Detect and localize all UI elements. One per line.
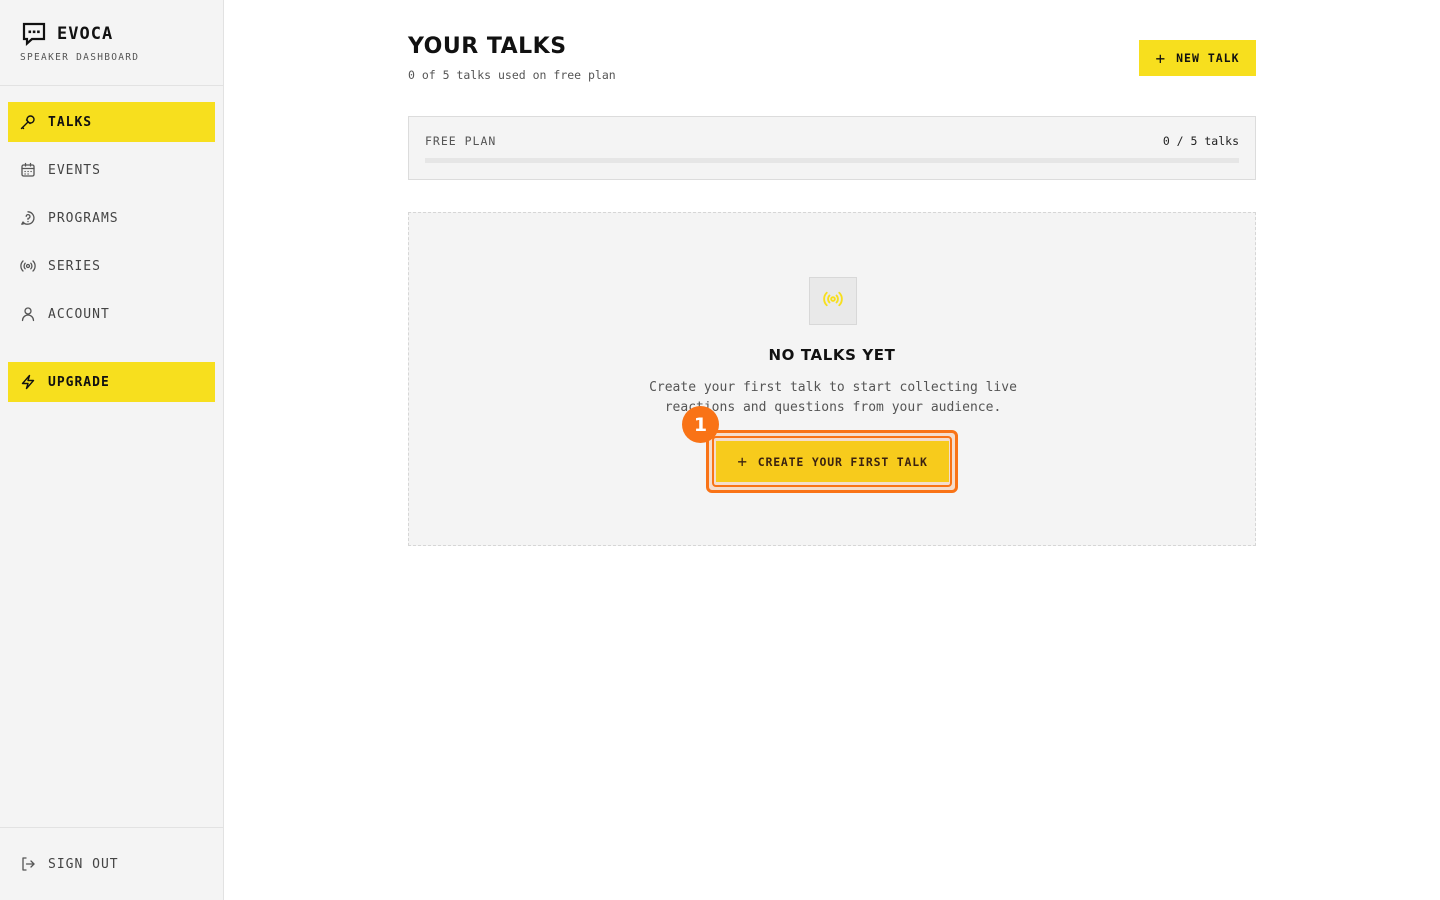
question-bubble-icon bbox=[20, 210, 36, 226]
sidebar-item-talks[interactable]: TALKS bbox=[8, 102, 215, 142]
chat-bubble-icon bbox=[21, 22, 47, 46]
plan-usage-count: 0 / 5 talks bbox=[1162, 134, 1239, 148]
brand: EVOCA SPEAKER DASHBOARD bbox=[0, 0, 223, 86]
plan-label: FREE PLAN bbox=[425, 134, 497, 148]
signout-button[interactable]: SIGN OUT bbox=[20, 856, 119, 872]
sidebar-item-label: SERIES bbox=[48, 258, 101, 274]
brand-name: EVOCA bbox=[57, 24, 114, 44]
page-subtitle: 0 of 5 talks used on free plan bbox=[408, 68, 616, 82]
brand-subtitle: SPEAKER DASHBOARD bbox=[20, 52, 140, 63]
lightning-icon bbox=[20, 374, 36, 390]
annotation-highlight-inner bbox=[712, 436, 952, 487]
calendar-icon bbox=[20, 162, 36, 178]
logout-icon bbox=[20, 856, 36, 872]
plan-usage-card: FREE PLAN 0 / 5 talks bbox=[408, 116, 1256, 180]
new-talk-button[interactable]: + NEW TALK bbox=[1139, 40, 1256, 76]
broadcast-icon bbox=[823, 289, 843, 313]
sidebar-item-events[interactable]: EVENTS bbox=[8, 150, 215, 190]
new-talk-label: NEW TALK bbox=[1176, 51, 1240, 65]
sidebar-item-programs[interactable]: PROGRAMS bbox=[8, 198, 215, 238]
empty-state: NO TALKS YET Create your first talk to s… bbox=[408, 212, 1256, 546]
broadcast-icon bbox=[20, 258, 36, 274]
plus-icon: + bbox=[1155, 48, 1167, 68]
sidebar-item-upgrade[interactable]: UPGRADE bbox=[8, 362, 215, 402]
sidebar-item-account[interactable]: ACCOUNT bbox=[8, 294, 215, 334]
sidebar-footer: SIGN OUT bbox=[0, 827, 223, 900]
page-title: YOUR TALKS bbox=[408, 34, 567, 59]
sidebar-item-label: EVENTS bbox=[48, 162, 101, 178]
sidebar-item-series[interactable]: SERIES bbox=[8, 246, 215, 286]
signout-label: SIGN OUT bbox=[48, 856, 119, 872]
annotation-badge: 1 bbox=[682, 406, 719, 443]
sidebar-item-label: TALKS bbox=[48, 114, 93, 130]
microphone-icon bbox=[20, 114, 36, 130]
sidebar: EVOCA SPEAKER DASHBOARD TALKS EVENTS PRO… bbox=[0, 0, 224, 900]
empty-state-title: NO TALKS YET bbox=[768, 346, 896, 364]
sidebar-item-label: ACCOUNT bbox=[48, 306, 110, 322]
plan-progress-bar bbox=[425, 158, 1239, 163]
sidebar-item-label: UPGRADE bbox=[48, 374, 110, 390]
sidebar-item-label: PROGRAMS bbox=[48, 210, 119, 226]
user-icon bbox=[20, 306, 36, 322]
empty-state-icon-box bbox=[809, 277, 857, 325]
sidebar-nav: TALKS EVENTS PROGRAMS SERIES ACCOUNT UPG… bbox=[0, 86, 223, 402]
